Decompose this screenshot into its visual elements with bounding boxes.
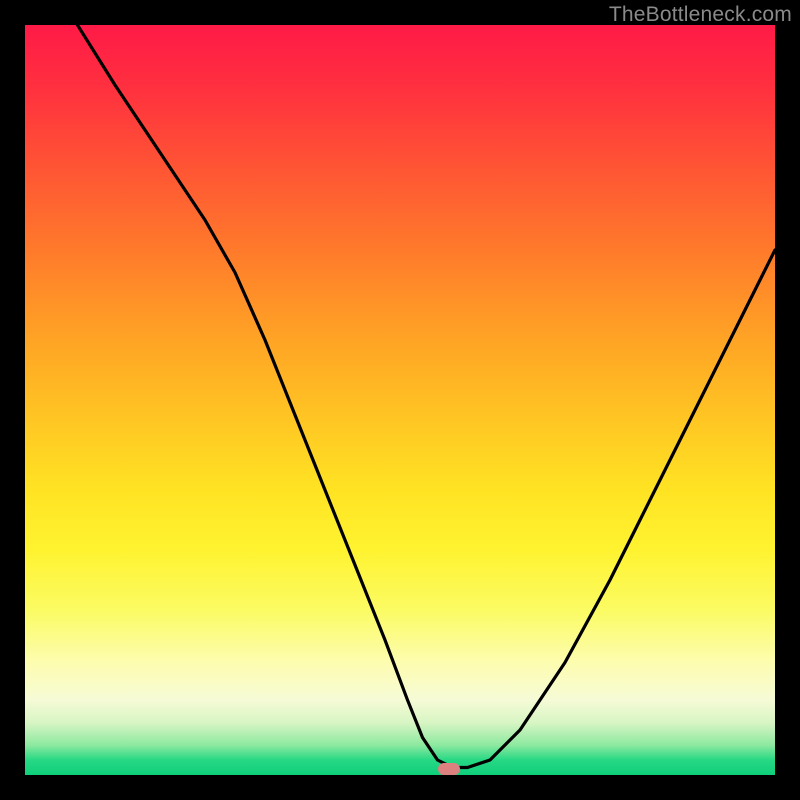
bottleneck-curve: [25, 25, 775, 775]
plot-area: [25, 25, 775, 775]
chart-container: TheBottleneck.com: [0, 0, 800, 800]
watermark-text: TheBottleneck.com: [609, 3, 792, 27]
optimum-marker: [438, 763, 460, 775]
